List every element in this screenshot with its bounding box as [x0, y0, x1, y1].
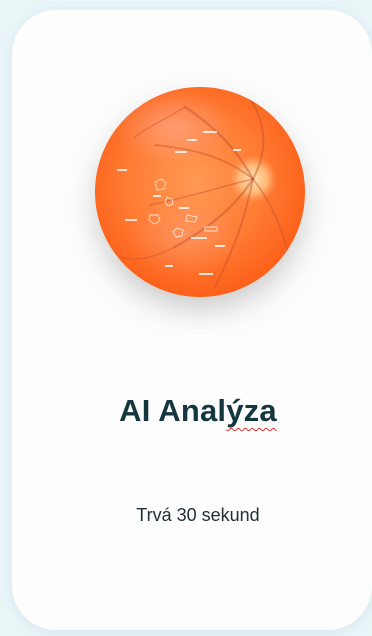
- spellcheck-flagged-text: ýza: [226, 393, 277, 428]
- retina-image: [95, 87, 305, 297]
- card-title: AI Analýza: [12, 393, 372, 429]
- analysis-card: AI Analýza Trvá 30 sekund: [12, 10, 372, 630]
- retina-fundus-icon: [95, 87, 305, 297]
- card-title-text: AI Anal: [119, 393, 227, 428]
- duration-label: Trvá 30 sekund: [136, 505, 260, 525]
